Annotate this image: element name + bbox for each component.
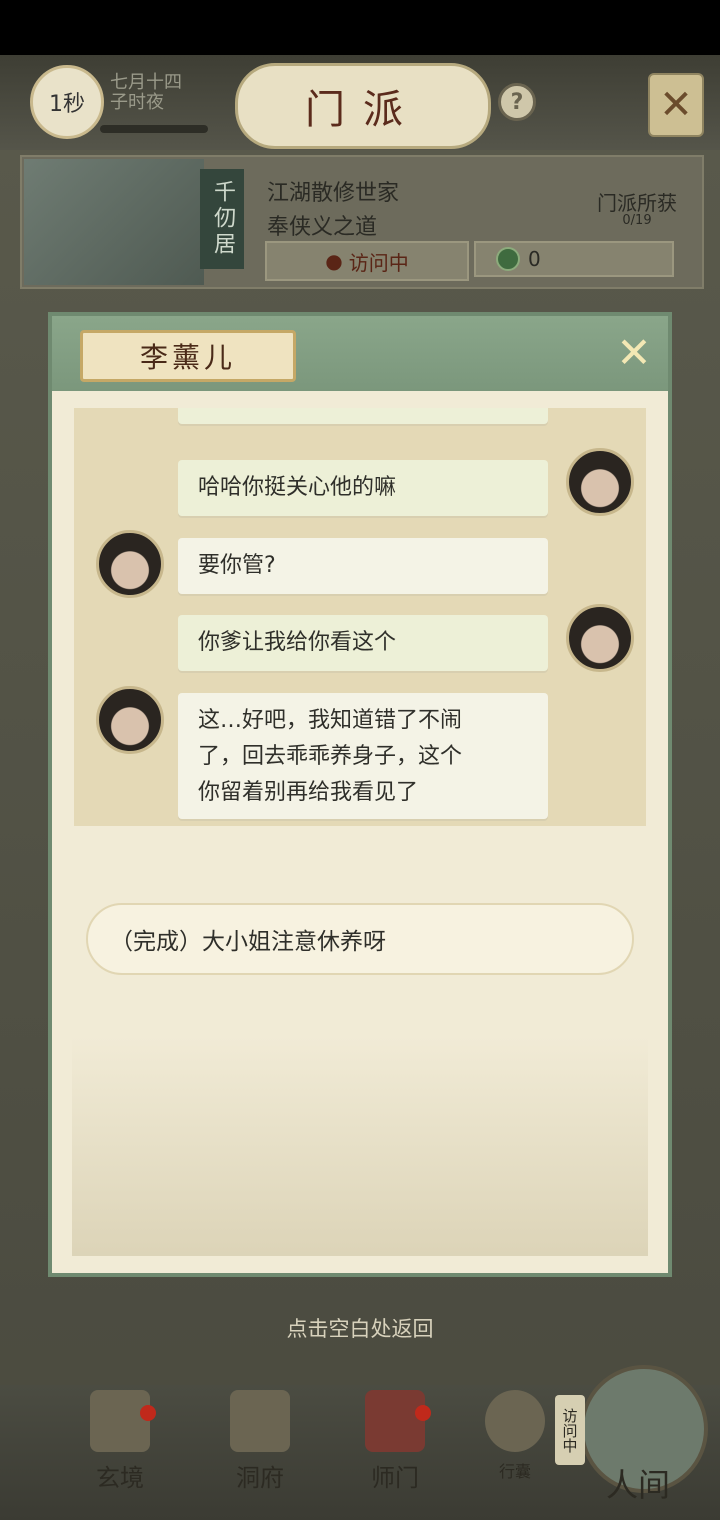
sect-description-1: 江湖散修世家: [267, 181, 400, 206]
time-progress-bar: [100, 125, 208, 133]
chat-line: 这…好吧，我知道错了不闹: [198, 708, 463, 733]
banner-icon: [365, 1390, 425, 1452]
pavilion-icon: [230, 1390, 290, 1452]
coin-counter: 0: [474, 241, 674, 277]
nav-label: 师门: [371, 1464, 419, 1492]
nav-xuanjing[interactable]: 玄境: [60, 1390, 180, 1500]
sect-gains-count: 0/19: [622, 213, 652, 228]
dialogue-panel: 李薰儿 ✕ 哈哈你挺关心他的嘛 要你管? 你爹让我给你看这个 这…好吧，我知道错…: [48, 312, 672, 1277]
close-icon: ✕: [659, 82, 693, 128]
dialogue-header: 李薰儿 ✕: [52, 316, 668, 391]
nav-label: 洞府: [236, 1464, 284, 1492]
avatar-female: [96, 530, 164, 598]
chat-history[interactable]: 哈哈你挺关心他的嘛 要你管? 你爹让我给你看这个 这…好吧，我知道错了不闹 了，…: [74, 408, 646, 826]
dialogue-close-button[interactable]: ✕: [612, 327, 656, 377]
nav-dongfu[interactable]: 洞府: [200, 1390, 320, 1500]
nav-label: 玄境: [96, 1464, 144, 1492]
tap-to-return-hint[interactable]: 点击空白处返回: [0, 1313, 720, 1343]
world-label: 人间: [605, 1466, 670, 1504]
close-icon: ✕: [616, 327, 652, 377]
ink-landscape-decoration: [72, 1036, 648, 1256]
chat-bubble-male: 你爹让我给你看这个: [178, 615, 548, 671]
lantern-icon: ●: [325, 249, 343, 273]
game-date: 七月十四 子时夜: [110, 73, 210, 113]
sect-card: 千仞居 江湖散修世家 奉侠义之道 ● 访问中 0 门派所获 0/19: [20, 155, 704, 289]
bag-icon: [485, 1390, 545, 1452]
game-screen: 1秒 七月十四 子时夜 门派 ? ✕ 千仞居 江湖散修世家 奉侠义之道 ● 访问…: [0, 55, 720, 1520]
visiting-tag: 访问中: [555, 1395, 585, 1465]
close-page-button[interactable]: ✕: [648, 73, 704, 137]
visit-status-label: 访问中: [348, 250, 409, 275]
chat-line: 你留着别再给我看见了: [198, 780, 419, 805]
chat-bubble-male: 哈哈你挺关心他的嘛: [178, 460, 548, 516]
sect-landscape-image: [24, 159, 204, 285]
visit-status: ● 访问中: [265, 241, 469, 281]
coin-count: 0: [528, 247, 541, 271]
bottom-nav: 玄境 洞府 师门 行囊 访问中 人间: [0, 1365, 720, 1520]
timer-badge[interactable]: 1秒: [30, 65, 104, 139]
help-button[interactable]: ?: [498, 83, 536, 121]
top-bar: 1秒 七月十四 子时夜 门派 ? ✕: [0, 55, 720, 150]
notification-dot: [415, 1405, 431, 1421]
avatar-male: [566, 604, 634, 672]
chat-bubble-female-long: 这…好吧，我知道错了不闹 了，回去乖乖养身子，这个 你留着别再给我看见了: [178, 693, 548, 819]
sect-description-2: 奉侠义之道: [267, 215, 378, 240]
chat-bubble-female: 要你管?: [178, 538, 548, 594]
chat-line: 了，回去乖乖养身子，这个: [198, 744, 463, 769]
avatar-female: [96, 686, 164, 754]
dialogue-choice-button[interactable]: （完成）大小姐注意休养呀: [86, 903, 634, 975]
coin-icon: [496, 247, 520, 271]
avatar-male: [566, 448, 634, 516]
sect-gains-button[interactable]: 门派所获: [587, 187, 687, 216]
date-time: 子时夜: [110, 92, 164, 113]
page-title: 门派: [235, 63, 491, 149]
chat-bubble-partial: [178, 408, 548, 424]
sect-name-tag: 千仞居: [200, 169, 244, 269]
scroll-icon: [90, 1390, 150, 1452]
nav-shimen[interactable]: 师门: [335, 1390, 455, 1500]
date-month: 七月十四: [110, 72, 182, 93]
speaker-name: 李薰儿: [80, 330, 296, 382]
notification-dot: [140, 1405, 156, 1421]
